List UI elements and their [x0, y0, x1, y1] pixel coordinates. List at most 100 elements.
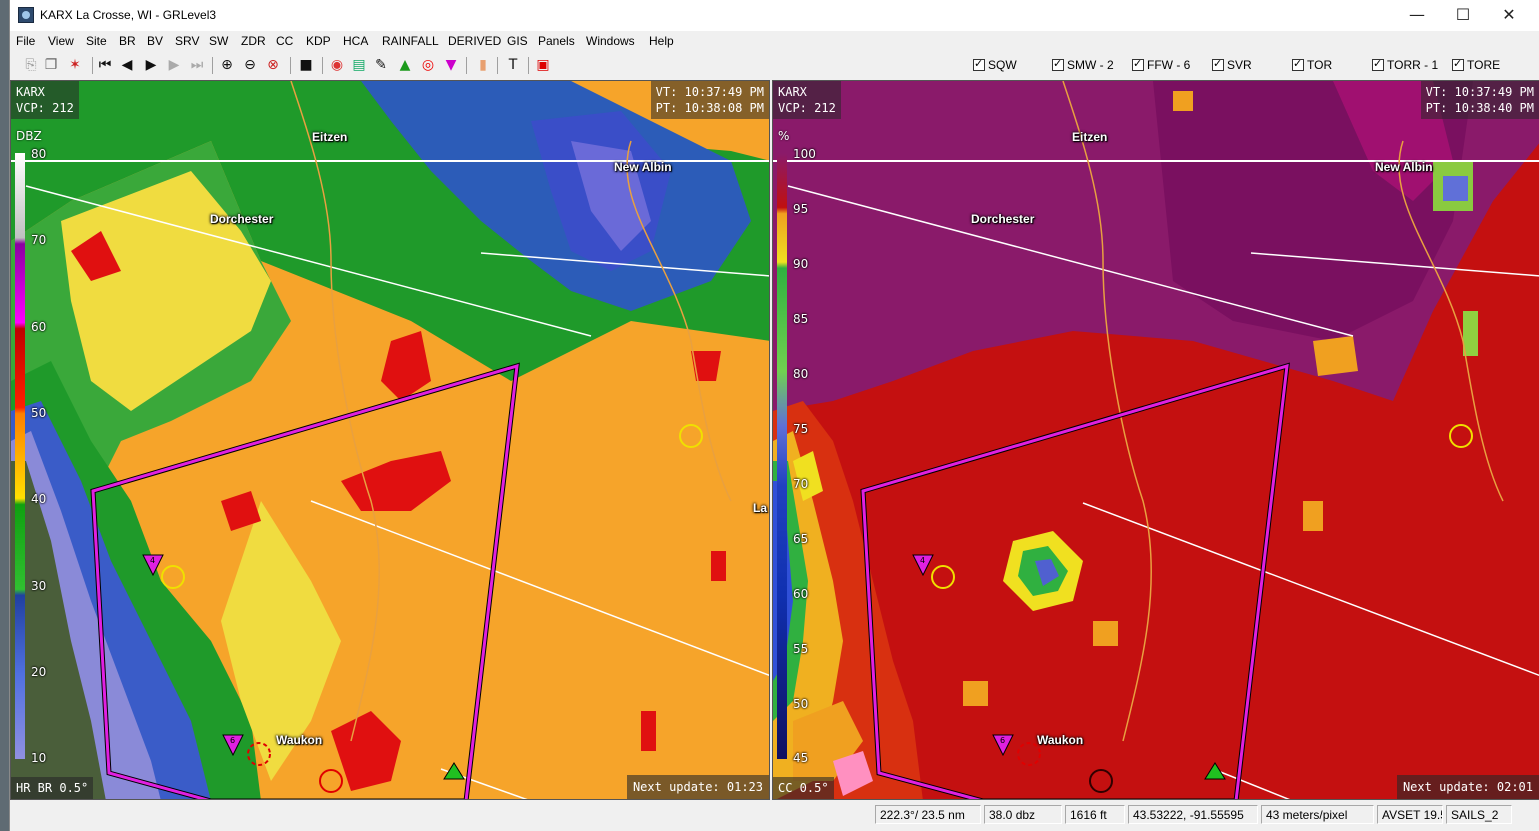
tor-label: TOR — [1307, 58, 1333, 72]
toggle-svr[interactable]: SVR — [1212, 57, 1252, 73]
cc-legend-bar — [777, 153, 787, 759]
product-label: CC 0.5° — [773, 777, 834, 799]
legend-tick: 10 — [31, 751, 47, 765]
circle-marker-icon[interactable]: ◎ — [419, 56, 437, 74]
menu-br[interactable]: BR — [119, 34, 136, 48]
prev-frame-icon[interactable]: ◀ — [118, 56, 136, 74]
zoom-out-icon[interactable]: ⊖ — [241, 56, 259, 74]
menu-hca[interactable]: HCA — [343, 34, 368, 48]
tore-label: TORE — [1467, 58, 1501, 72]
status-latlon: 43.53222, -91.55595 — [1128, 805, 1258, 824]
menu-zdr[interactable]: ZDR — [241, 34, 266, 48]
pencil-icon[interactable]: ✎ — [372, 56, 390, 74]
cc-map[interactable] — [773, 81, 1539, 800]
smw-checkbox[interactable] — [1052, 57, 1064, 71]
legend-tick: 60 — [793, 587, 809, 601]
time-info: VT: 10:37:49 PM PT: 10:38:40 PM — [1420, 81, 1539, 119]
status-resolution: 43 meters/pixel — [1261, 805, 1374, 824]
svr-checkbox[interactable] — [1212, 57, 1224, 71]
color-table-icon[interactable]: ▤ — [350, 56, 368, 74]
time-info: VT: 10:37:49 PM PT: 10:38:08 PM — [650, 81, 769, 119]
legend-tick: 65 — [793, 532, 809, 546]
legend-tick: 60 — [31, 320, 47, 334]
next-update-label: Next update: 02:01 — [1396, 775, 1539, 799]
hail-marker-label: 4 — [920, 556, 926, 565]
text-tool-icon[interactable]: T — [504, 56, 522, 74]
tor-checkbox[interactable] — [1292, 57, 1304, 71]
torr-label: TORR - 1 — [1387, 58, 1439, 72]
sqw-label: SQW — [988, 58, 1017, 72]
menu-srv[interactable]: SRV — [175, 34, 199, 48]
legend-tick: 70 — [31, 233, 47, 247]
smw-label: SMW - 2 — [1067, 58, 1114, 72]
city-label: Dorchester — [971, 212, 1035, 226]
toggle-ffw[interactable]: FFW - 6 — [1132, 57, 1190, 73]
sqw-checkbox[interactable] — [973, 57, 985, 71]
hail-marker-label: 6 — [230, 736, 236, 745]
city-label: New Albin — [614, 160, 672, 174]
torr-checkbox[interactable] — [1372, 57, 1384, 71]
toolbar: ⎘ ❐ ✶ ⏮ ◀ ▶ ▶ ⏭ ⊕ ⊖ ⊗ ■ ◉ ▤ ✎ ▲ ◎ ▼ ▮ T … — [10, 52, 1539, 78]
status-height: 1616 ft — [1065, 805, 1125, 824]
cc-panel[interactable]: KARX VCP: 212 VT: 10:37:49 PM PT: 10:38:… — [772, 80, 1539, 800]
reflectivity-icon[interactable]: ◉ — [328, 56, 346, 74]
first-frame-icon[interactable]: ⏮ — [96, 56, 114, 74]
city-label: New Albin — [1375, 160, 1433, 174]
maximize-button[interactable]: ☐ — [1440, 0, 1486, 31]
next-frame-icon[interactable]: ▶ — [165, 56, 183, 74]
menu-derived[interactable]: DERIVED — [448, 34, 501, 48]
svr-label: SVR — [1227, 58, 1252, 72]
legend-tick: 90 — [793, 257, 809, 271]
minimize-button[interactable]: — — [1394, 0, 1440, 31]
next-update-label: Next update: 01:23 — [626, 775, 769, 799]
fill-icon[interactable]: ▮ — [474, 56, 492, 74]
zoom-reset-icon[interactable]: ⊗ — [264, 56, 282, 74]
menu-gis[interactable]: GIS — [507, 34, 528, 48]
paste-icon[interactable]: ❐ — [42, 56, 60, 74]
toggle-sqw[interactable]: SQW — [973, 57, 1017, 73]
reflectivity-panel[interactable]: KARX VCP: 212 VT: 10:37:49 PM PT: 10:38:… — [10, 80, 770, 800]
menu-bar: File View Site BR BV SRV SW ZDR CC KDP H… — [10, 31, 1539, 51]
record-icon[interactable]: ▣ — [534, 56, 552, 74]
tore-checkbox[interactable] — [1452, 57, 1464, 71]
city-label: Eitzen — [312, 130, 348, 144]
menu-bv[interactable]: BV — [147, 34, 163, 48]
triangle-marker-icon[interactable]: ▲ — [396, 56, 414, 74]
menu-site[interactable]: Site — [86, 34, 107, 48]
legend-tick: 50 — [31, 406, 47, 420]
toggle-tore[interactable]: TORE — [1452, 57, 1500, 73]
city-label: Dorchester — [210, 212, 274, 226]
down-triangle-marker-icon[interactable]: ▼ — [442, 56, 460, 74]
city-label: Waukon — [276, 733, 323, 747]
play-icon[interactable]: ▶ — [142, 56, 160, 74]
status-avset: AVSET 19.5° — [1377, 805, 1443, 824]
window-title: KARX La Crosse, WI - GRLevel3 — [40, 8, 217, 22]
menu-rainfall[interactable]: RAINFALL — [382, 34, 439, 48]
zoom-in-icon[interactable]: ⊕ — [218, 56, 236, 74]
menu-kdp[interactable]: KDP — [306, 34, 331, 48]
legend-tick: 75 — [793, 422, 809, 436]
toggle-torr[interactable]: TORR - 1 — [1372, 57, 1438, 73]
copy-icon[interactable]: ⎘ — [22, 56, 40, 74]
last-frame-icon[interactable]: ⏭ — [188, 56, 206, 74]
menu-windows[interactable]: Windows — [586, 34, 635, 48]
stop-icon[interactable]: ■ — [297, 56, 315, 74]
ffw-checkbox[interactable] — [1132, 57, 1144, 71]
menu-view[interactable]: View — [48, 34, 74, 48]
menu-sw[interactable]: SW — [209, 34, 228, 48]
ffw-label: FFW - 6 — [1147, 58, 1191, 72]
menu-help[interactable]: Help — [649, 34, 674, 48]
reflectivity-map[interactable] — [11, 81, 770, 800]
legend-tick: 95 — [793, 202, 809, 216]
close-button[interactable]: ✕ — [1486, 0, 1532, 31]
menu-panels[interactable]: Panels — [538, 34, 575, 48]
toggle-tor[interactable]: TOR — [1292, 57, 1332, 73]
animate-icon[interactable]: ✶ — [66, 56, 84, 74]
app-window: KARX La Crosse, WI - GRLevel3 — ☐ ✕ File… — [9, 0, 1539, 831]
toggle-smw[interactable]: SMW - 2 — [1052, 57, 1114, 73]
hail-marker-label: 4 — [150, 556, 156, 565]
menu-cc[interactable]: CC — [276, 34, 293, 48]
legend-tick: 80 — [793, 367, 809, 381]
menu-file[interactable]: File — [16, 34, 35, 48]
hail-marker-label: 6 — [1000, 736, 1006, 745]
